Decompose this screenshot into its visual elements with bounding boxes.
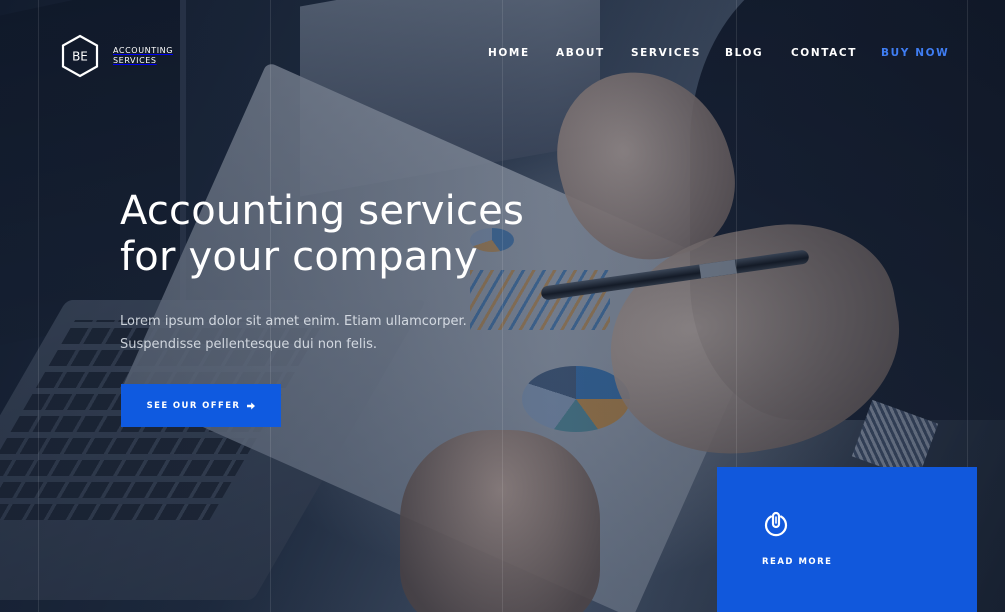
nav-item-blog[interactable]: BLOG — [725, 47, 763, 59]
hero-headline: Accounting services for your company — [120, 188, 524, 280]
see-our-offer-label: SEE OUR OFFER — [146, 400, 241, 411]
coin-icon — [764, 511, 788, 537]
nav-item-home[interactable]: HOME — [488, 47, 530, 59]
hero-headline-line2: for your company — [120, 234, 478, 280]
nav-item-about[interactable]: ABOUT — [556, 47, 605, 59]
nav-item-contact[interactable]: CONTACT — [791, 47, 857, 59]
grid-line — [270, 0, 271, 612]
nav-item-services[interactable]: SERVICES — [631, 47, 701, 59]
grid-line — [38, 0, 39, 612]
main-nav: HOME ABOUT SERVICES BLOG CONTACT BUY NOW — [0, 47, 1005, 63]
arrow-right-icon — [247, 402, 256, 409]
hero-lead-line1: Lorem ipsum dolor sit amet enim. Etiam u… — [120, 314, 467, 329]
read-more-link[interactable]: READ MORE — [762, 557, 832, 567]
hero-lead-line2: Suspendisse pellentesque dui non felis. — [120, 337, 377, 352]
nav-item-buy-now[interactable]: BUY NOW — [881, 47, 949, 59]
see-our-offer-button[interactable]: SEE OUR OFFER — [121, 384, 281, 427]
hero-lead-text: Lorem ipsum dolor sit amet enim. Etiam u… — [120, 310, 467, 356]
read-more-card[interactable]: READ MORE — [717, 467, 977, 612]
grid-line — [502, 0, 503, 612]
hero-headline-line1: Accounting services — [120, 188, 524, 234]
